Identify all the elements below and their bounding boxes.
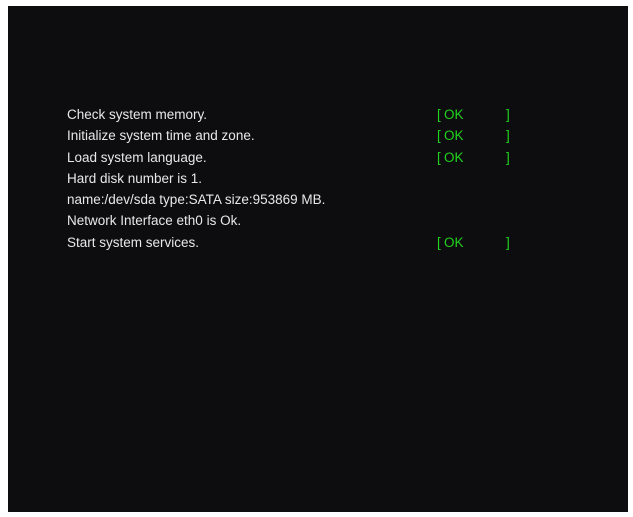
log-message: Hard disk number is 1. — [67, 170, 203, 186]
log-message: Load system language. — [67, 149, 207, 165]
log-message: Check system memory. — [67, 107, 208, 122]
status-bracket-open: [ — [437, 128, 441, 144]
log-line-check-memory: Check system memory. [ OK ] — [67, 104, 587, 125]
status-bracket-close: ] — [506, 234, 510, 250]
status-bracket-open: [ — [437, 234, 441, 250]
status-bracket-close: ] — [506, 107, 510, 122]
log-line-disk-info: name:/dev/sda type:SATA size:953869 MB. — [67, 189, 587, 210]
log-message: name:/dev/sda type:SATA size:953869 MB. — [67, 192, 326, 208]
status-bracket-open: [ — [437, 107, 441, 122]
log-line-network-interface: Network Interface eth0 is Ok. — [67, 210, 587, 231]
status-bracket-close: ] — [506, 128, 510, 144]
boot-screen: Check system memory. [ OK ] Initialize s… — [8, 6, 628, 512]
log-message: Network Interface eth0 is Ok. — [67, 213, 242, 229]
log-line-start-services: Start system services. [ OK ] — [67, 232, 587, 253]
log-line-load-language: Load system language. [ OK ] — [67, 147, 587, 168]
log-message: Start system services. — [67, 234, 200, 250]
status-text: OK — [444, 128, 464, 144]
status-text: OK — [444, 149, 464, 165]
status-text: OK — [444, 234, 464, 250]
status-bracket-close: ] — [506, 149, 510, 165]
log-line-init-time-zone: Initialize system time and zone. [ OK ] — [67, 125, 587, 146]
log-line-hard-disk-count: Hard disk number is 1. — [67, 168, 587, 189]
status-bracket-open: [ — [437, 149, 441, 165]
boot-log: Check system memory. [ OK ] Initialize s… — [67, 104, 587, 253]
log-message: Initialize system time and zone. — [67, 128, 255, 144]
status-text: OK — [444, 107, 464, 122]
